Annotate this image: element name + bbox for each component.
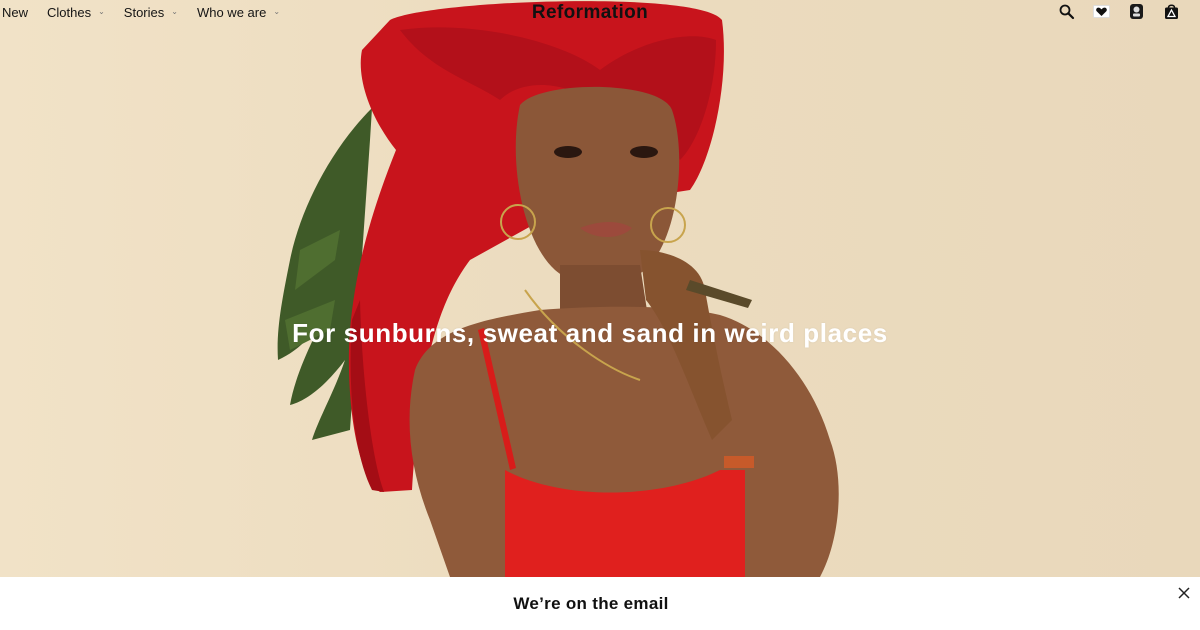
close-icon[interactable] [1176, 585, 1192, 601]
search-icon[interactable] [1058, 3, 1075, 20]
wishlist-heart-icon[interactable] [1093, 3, 1110, 20]
utility-icons [1058, 3, 1180, 20]
email-signup-bar[interactable]: We’re on the email [0, 577, 1200, 630]
hero-headline: For sunburns, sweat and sand in weird pl… [292, 318, 888, 348]
shopping-bag-icon[interactable] [1163, 3, 1180, 20]
hero-banner[interactable]: New Clothes ⌄ Stories ⌄ Who we are ⌄ Ref… [0, 0, 1200, 577]
hero-image [277, 1, 839, 577]
email-bar-title: We’re on the email [513, 594, 669, 613]
account-icon[interactable] [1128, 3, 1145, 20]
top-navigation: New Clothes ⌄ Stories ⌄ Who we are ⌄ Ref… [0, 0, 1200, 26]
brand-logo[interactable]: Reformation [0, 2, 1180, 24]
